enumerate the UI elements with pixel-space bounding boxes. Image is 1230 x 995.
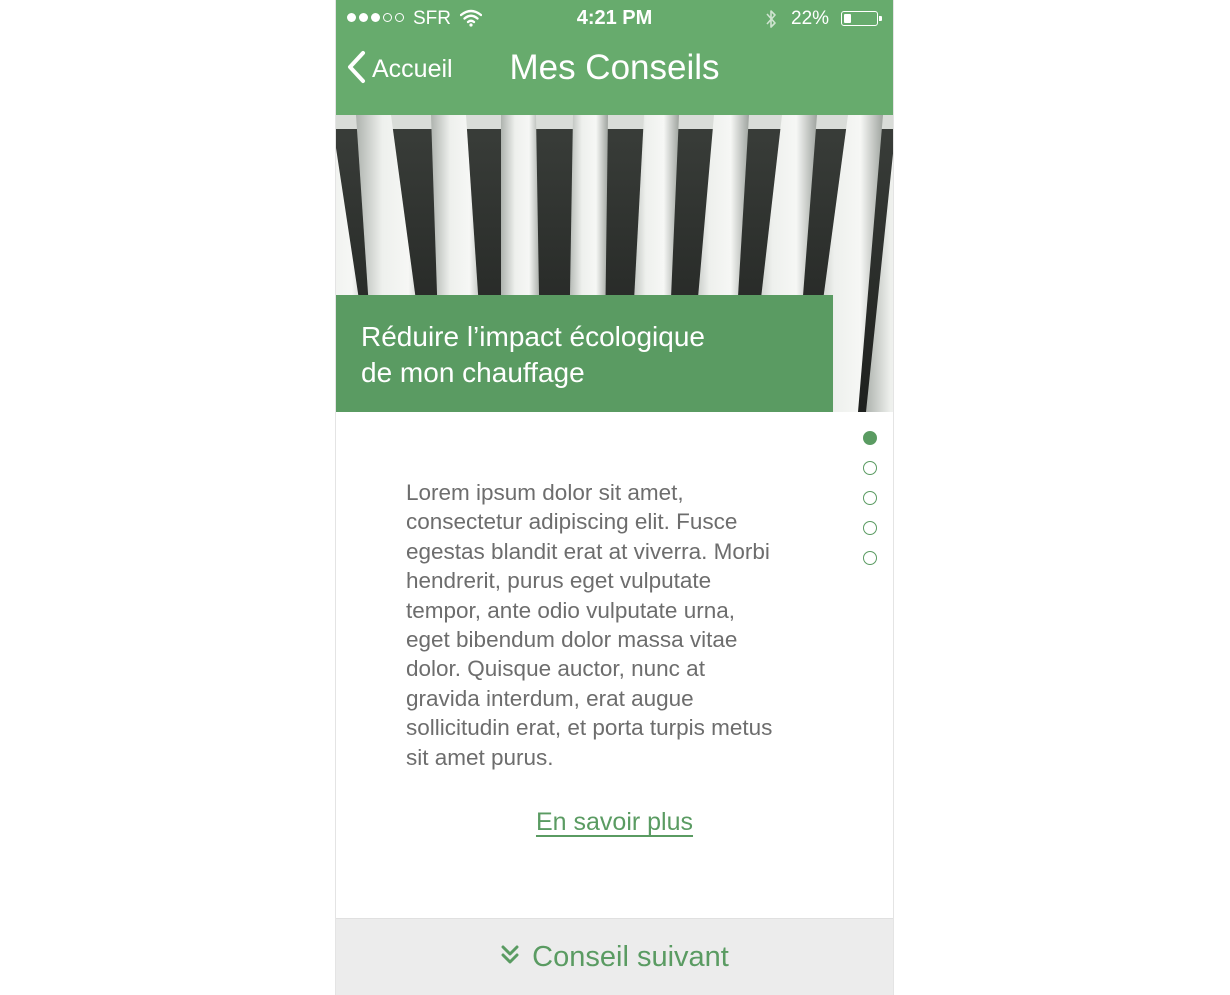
- next-tip-label: Conseil suivant: [532, 940, 729, 973]
- body-text-line: consectetur adipiscing elit. Fusce: [406, 509, 738, 535]
- status-bar: SFR 4:21 PM 22%: [336, 0, 893, 38]
- tip-body-text: Lorem ipsum dolor sit amet, consectetur a…: [406, 478, 836, 772]
- body-text-line: dolor. Quisque auctor, nunc at: [406, 656, 705, 682]
- body-text-line: egestas blandit erat at viverra. Morbi: [406, 538, 770, 564]
- page-dot-5[interactable]: [863, 551, 877, 565]
- battery-icon: [841, 11, 882, 26]
- phone-screen: SFR 4:21 PM 22% Accueil Mes Conseils Réd…: [335, 0, 894, 995]
- body-text-line: tempor, ante odio vulputate urna,: [406, 597, 735, 623]
- hero-image: Réduire l’impact écologique de mon chauf…: [336, 115, 893, 412]
- page-dot-4[interactable]: [863, 521, 877, 535]
- body-text-line: sollicitudin erat, et porta turpis metus: [406, 715, 773, 741]
- hero-title-line: de mon chauffage: [361, 357, 585, 388]
- bluetooth-icon: [764, 8, 778, 35]
- top-bar: SFR 4:21 PM 22% Accueil Mes Conseils: [336, 0, 893, 115]
- page-dot-2[interactable]: [863, 461, 877, 475]
- body-text-line: hendrerit, purus eget vulputate: [406, 568, 712, 594]
- chevron-double-down-icon: [500, 944, 520, 971]
- body-text-line: gravida interdum, erat augue: [406, 685, 694, 711]
- page-dot-1[interactable]: [863, 431, 877, 445]
- battery-percentage: 22%: [791, 8, 830, 29]
- learn-more-link[interactable]: En savoir plus: [536, 808, 693, 836]
- page-title: Mes Conseils: [509, 48, 720, 87]
- body-text-line: eget bibendum dolor massa vitae: [406, 627, 738, 653]
- next-tip-button[interactable]: Conseil suivant: [336, 918, 893, 995]
- page-dot-3[interactable]: [863, 491, 877, 505]
- body-text-line: Lorem ipsum dolor sit amet,: [406, 480, 684, 505]
- learn-more-container: En savoir plus: [336, 808, 893, 837]
- hero-title-line: Réduire l’impact écologique: [361, 321, 705, 352]
- battery-nub: [879, 16, 882, 21]
- hero-title-banner: Réduire l’impact écologique de mon chauf…: [336, 295, 833, 412]
- body-text-line: sit amet purus.: [406, 744, 554, 770]
- pagination-dots: [863, 431, 877, 565]
- battery-fill: [844, 14, 851, 23]
